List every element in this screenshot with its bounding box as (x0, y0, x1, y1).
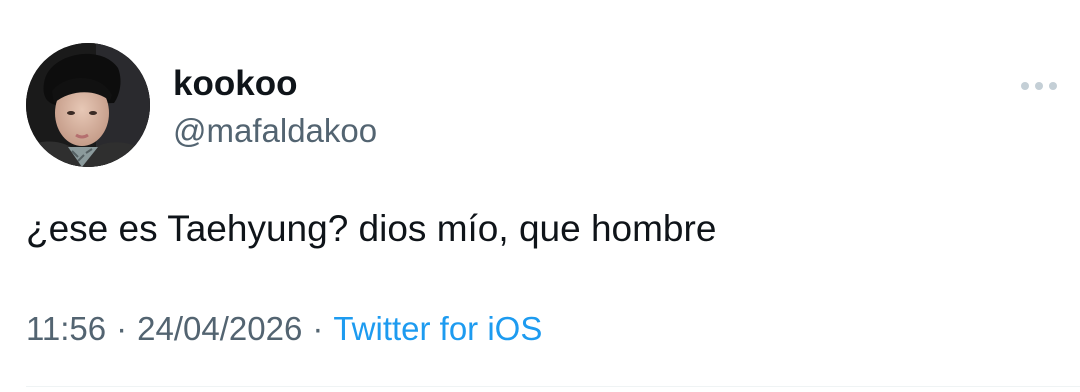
avatar[interactable] (26, 43, 150, 167)
tweet-source-link[interactable]: Twitter for iOS (333, 310, 542, 347)
avatar-image (26, 43, 150, 167)
user-handle[interactable]: @mafaldakoo (173, 111, 377, 151)
tweet-time[interactable]: 11:56 (26, 310, 106, 347)
divider (26, 386, 1080, 387)
more-options-button[interactable] (1017, 73, 1061, 99)
tweet-card: kookoo @mafaldakoo ¿ese es Taehyung? dio… (0, 0, 1080, 392)
more-horizontal-icon (1021, 82, 1057, 90)
meta-separator: · (312, 310, 324, 347)
tweet-meta: 11:56 · 24/04/2026 · Twitter for iOS (26, 309, 542, 349)
meta-separator: · (116, 310, 128, 347)
display-name[interactable]: kookoo (173, 64, 297, 104)
tweet-date[interactable]: 24/04/2026 (137, 310, 302, 347)
tweet-text: ¿ese es Taehyung? dios mío, que hombre (26, 208, 717, 249)
